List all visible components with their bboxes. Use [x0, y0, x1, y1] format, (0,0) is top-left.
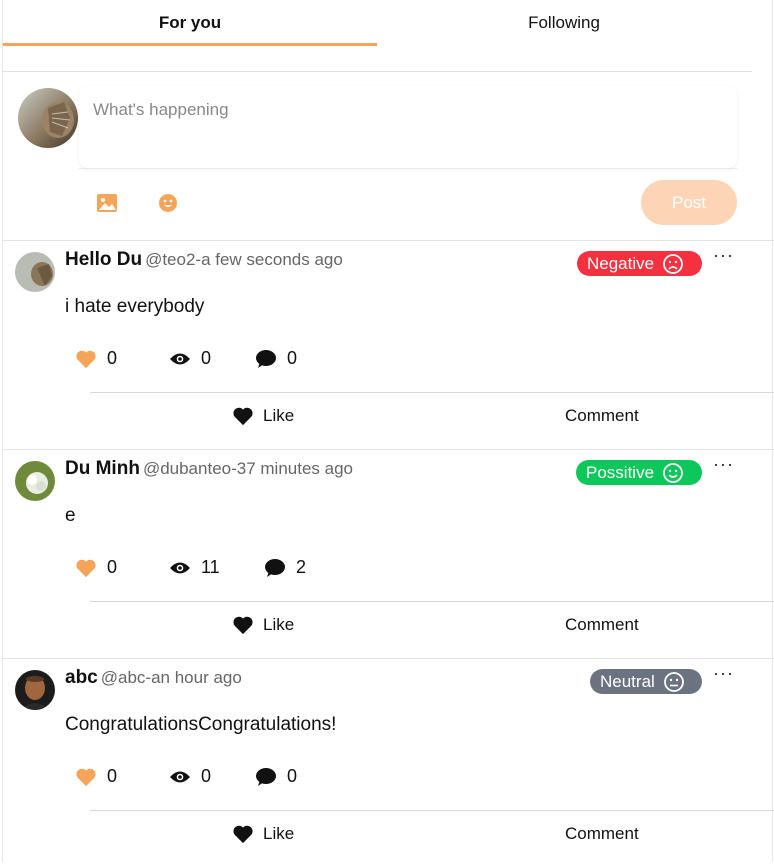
comment-button[interactable]: Comment: [565, 396, 639, 436]
composer-avatar: [18, 88, 78, 148]
heart-icon: [76, 768, 96, 786]
post-card: abc @abc-an hour ago Neutral ··· Congratu…: [3, 658, 774, 867]
like-count[interactable]: 0: [75, 766, 117, 787]
comment-bubble-icon: [256, 767, 276, 786]
eye-icon: [170, 771, 190, 782]
like-button[interactable]: Like: [232, 814, 294, 854]
author-handle-time: @dubanteo-37 minutes ago: [142, 459, 354, 478]
action-divider: [90, 601, 774, 602]
view-count: 11: [169, 557, 220, 578]
action-divider: [90, 810, 774, 811]
comment-bubble-icon: [256, 349, 276, 368]
post-header: Du Minh @dubanteo-37 minutes ago: [65, 458, 353, 480]
smile-face-icon: [663, 462, 683, 483]
author-handle-time: @teo2-a few seconds ago: [145, 250, 343, 269]
tab-for-you[interactable]: For you: [3, 0, 377, 46]
comment-count[interactable]: 0: [255, 766, 297, 787]
sentiment-label: Neutral: [600, 671, 655, 691]
comment-bubble-icon: [265, 558, 285, 577]
sentiment-badge: Neutral: [590, 669, 702, 694]
action-divider: [90, 392, 774, 393]
neutral-face-icon: [663, 671, 684, 692]
heart-icon: [233, 825, 253, 844]
comment-count-value: 0: [287, 766, 298, 786]
view-count: 0: [169, 766, 211, 787]
sentiment-badge: Negative: [577, 251, 702, 276]
like-count[interactable]: 0: [75, 348, 117, 369]
post-card: Du Minh @dubanteo-37 minutes ago Possitiv…: [3, 449, 774, 658]
like-count-value: 0: [107, 766, 118, 786]
sad-face-icon: [663, 253, 684, 274]
heart-icon: [233, 616, 253, 635]
avatar[interactable]: [15, 252, 55, 292]
post-button[interactable]: Post: [641, 180, 737, 225]
comment-button-label: Comment: [565, 615, 639, 634]
avatar[interactable]: [15, 461, 55, 501]
post-header: abc @abc-an hour ago: [65, 667, 242, 689]
composer-divider: [79, 168, 737, 169]
post-header: Hello Du @teo2-a few seconds ago: [65, 249, 343, 271]
like-button[interactable]: Like: [232, 605, 294, 645]
comment-button[interactable]: Comment: [565, 605, 639, 645]
heart-icon: [233, 407, 253, 426]
image-icon[interactable]: [96, 192, 118, 214]
avatar[interactable]: [15, 670, 55, 710]
like-button[interactable]: Like: [232, 396, 294, 436]
tabs-divider: [3, 71, 752, 72]
more-options-icon[interactable]: ···: [713, 663, 734, 684]
comment-button[interactable]: Comment: [565, 814, 639, 854]
post-text: i hate everybody: [65, 296, 205, 317]
like-count-value: 0: [107, 348, 118, 368]
post-text: e: [65, 505, 76, 526]
more-options-icon[interactable]: ···: [713, 454, 734, 475]
composer-box: [79, 86, 737, 168]
post-card: Hello Du @teo2-a few seconds ago Negative…: [3, 240, 774, 449]
emoji-icon[interactable]: [157, 192, 179, 214]
feed-tabs: For you Following: [3, 0, 752, 46]
more-options-icon[interactable]: ···: [713, 245, 734, 266]
eye-icon: [170, 353, 190, 364]
comment-button-label: Comment: [565, 406, 639, 425]
comment-count-value: 2: [296, 557, 307, 577]
comment-button-label: Comment: [565, 824, 639, 843]
like-button-label: Like: [263, 615, 295, 634]
heart-icon: [76, 559, 96, 577]
composer-input[interactable]: [93, 100, 713, 120]
comment-count-value: 0: [287, 348, 298, 368]
like-count-value: 0: [107, 557, 118, 577]
tab-following[interactable]: Following: [377, 0, 751, 46]
author-name[interactable]: Hello Du: [65, 249, 142, 270]
comment-count[interactable]: 2: [264, 557, 306, 578]
like-count[interactable]: 0: [75, 557, 117, 578]
view-count-value: 11: [201, 557, 220, 577]
view-count-value: 0: [201, 766, 212, 786]
sentiment-label: Possitive: [586, 462, 655, 482]
heart-icon: [76, 350, 96, 368]
eye-icon: [170, 562, 190, 573]
author-name[interactable]: abc: [65, 667, 98, 688]
like-button-label: Like: [263, 406, 295, 425]
sentiment-label: Negative: [587, 253, 655, 273]
view-count-value: 0: [201, 348, 212, 368]
like-button-label: Like: [263, 824, 295, 843]
author-name[interactable]: Du Minh: [65, 458, 140, 479]
author-handle-time: @abc-an hour ago: [100, 668, 242, 687]
post-text: CongratulationsCongratulations!: [65, 714, 337, 735]
sentiment-badge: Possitive: [576, 460, 702, 485]
view-count: 0: [169, 348, 211, 369]
comment-count[interactable]: 0: [255, 348, 297, 369]
